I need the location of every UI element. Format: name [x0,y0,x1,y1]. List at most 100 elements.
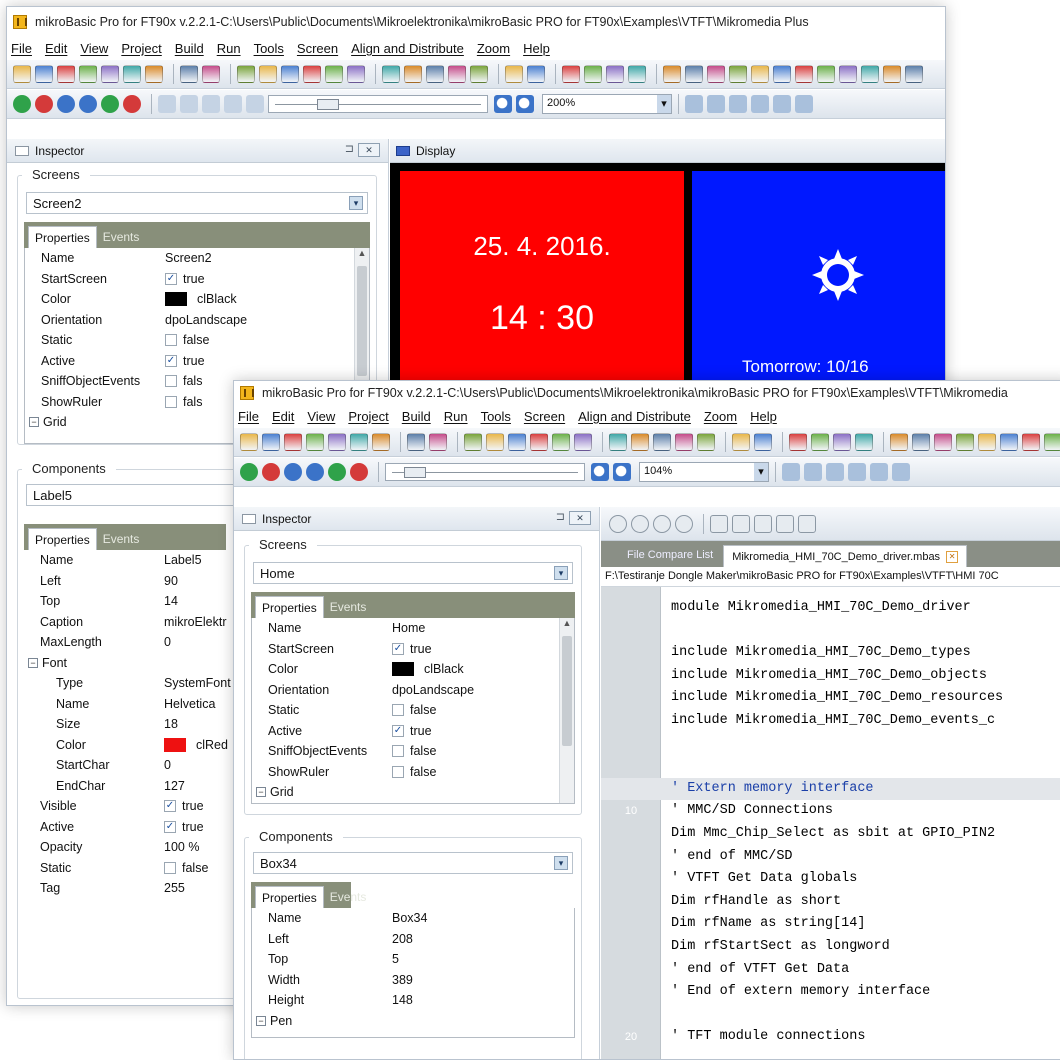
tab-events[interactable]: Events [324,886,373,908]
toolbar-button-icon[interactable] [934,433,952,451]
checkbox-icon[interactable] [165,375,177,388]
property-row[interactable]: SniffObjectEvents false [252,741,574,762]
property-value[interactable]: 127 [164,779,185,793]
checkbox-icon[interactable] [165,395,177,408]
toolbar-button-icon[interactable] [817,65,835,83]
toolbar-button-icon[interactable] [883,65,901,83]
code-line[interactable] [601,620,1060,643]
code-line[interactable]: 20 ' TFT module connections [601,1026,1060,1049]
toolbar-button-icon[interactable] [729,65,747,83]
tab-file-compare-list[interactable]: File Compare List [617,545,723,567]
toolbar-button-icon[interactable] [754,433,772,451]
property-value[interactable]: Helvetica [164,697,215,711]
up-arrow-icon[interactable] [631,514,649,533]
toolbar-button-icon[interactable] [609,433,627,451]
menu-item-view[interactable]: View [307,409,335,424]
toolbar-button-icon[interactable] [912,433,930,451]
toolbar-button-icon[interactable] [404,65,422,83]
dropdown-arrow-icon[interactable]: ▾ [554,856,568,870]
property-value[interactable]: Home [392,621,425,635]
toolbar-button-icon[interactable] [240,433,258,451]
property-value[interactable]: 18 [164,717,178,731]
toolbar-button-icon[interactable] [328,433,346,451]
toolbar-button-icon[interactable] [508,433,526,451]
property-value[interactable]: 0 [164,635,171,649]
menu-item-help[interactable]: Help [750,409,777,424]
align-icon[interactable] [870,463,888,481]
date-time-box[interactable]: 25. 4. 2016. 14 : 30 [400,171,684,411]
back-icon[interactable] [284,463,302,481]
toolbar-button-icon[interactable] [663,65,681,83]
checkbox-icon[interactable]: ✓ [392,724,404,737]
circle-left-icon[interactable] [653,514,671,533]
checkbox-icon[interactable]: ✓ [392,642,404,655]
toolbar-button-icon[interactable] [1022,433,1040,451]
property-value[interactable]: clBlack [165,292,237,307]
toolbar-button-icon[interactable] [35,65,53,83]
checkbox-icon[interactable] [165,334,177,347]
property-value[interactable]: 389 [392,973,413,987]
toolbar-button-icon[interactable] [811,433,829,451]
toolbar-button-icon[interactable] [123,65,141,83]
toolbar-button-icon[interactable] [1000,433,1018,451]
toolbar-button-icon[interactable] [372,433,390,451]
toolbar-button-icon[interactable] [707,65,725,83]
property-row[interactable]: ShowRuler false [252,762,574,783]
toolbar-button-icon[interactable] [978,433,996,451]
toolbar-button-icon[interactable] [890,433,908,451]
bookmark-prev-icon[interactable] [710,514,728,533]
toolbar-button-icon[interactable] [202,65,220,83]
toolbar-button-icon[interactable] [13,65,31,83]
close-panel-icon[interactable]: ✕ [358,143,380,157]
code-line[interactable] [601,755,1060,778]
checkbox-icon[interactable]: ✓ [165,272,177,285]
toolbar-button-icon[interactable] [628,65,646,83]
tab-properties[interactable]: Properties [28,528,97,550]
property-row-grid[interactable]: − Grid [252,782,574,803]
code-line[interactable]: module Mikromedia_HMI_70C_Demo_driver [601,597,1060,620]
toolbar-button-icon[interactable] [584,65,602,83]
zoom-select[interactable]: 200% [542,94,672,114]
toolbar-button-icon[interactable] [470,65,488,83]
clear-icon[interactable] [798,514,816,533]
code-line[interactable] [601,733,1060,756]
copy-icon[interactable] [224,95,242,113]
tab-events[interactable]: Events [97,226,146,248]
toolbar-button-icon[interactable] [429,433,447,451]
code-line[interactable]: ' VTFT Get Data globals [601,868,1060,891]
property-value[interactable]: dpoLandscape [165,313,247,327]
menu-item-tools[interactable]: Tools [254,41,284,56]
property-value[interactable]: dpoLandscape [392,683,474,697]
collapse-icon[interactable]: − [256,1015,266,1026]
toolbar-button-icon[interactable] [552,433,570,451]
align-icon[interactable] [804,463,822,481]
scroll-up-icon[interactable]: ▲ [355,248,369,258]
code-line[interactable]: include Mikromedia_HMI_70C_Demo_types [601,642,1060,665]
property-value[interactable]: clBlack [392,662,464,677]
toolbar-button-icon[interactable] [905,65,923,83]
checkbox-icon[interactable] [164,861,176,874]
menu-item-tools[interactable]: Tools [481,409,511,424]
toolbar-button-icon[interactable] [685,65,703,83]
time-label[interactable]: 14 : 30 [400,299,684,338]
property-value[interactable]: clRed [164,737,228,752]
property-value[interactable]: Box34 [392,911,427,925]
remove-icon[interactable] [35,95,53,113]
property-value[interactable]: SystemFont [164,676,231,690]
code-line[interactable]: include Mikromedia_HMI_70C_Demo_events_c [601,710,1060,733]
code-line[interactable] [601,1004,1060,1027]
menu-item-build[interactable]: Build [175,41,204,56]
checkbox-icon[interactable] [392,704,404,717]
pin-icon[interactable]: ⊐ [345,142,354,155]
toolbar-button-icon[interactable] [1044,433,1060,451]
align-icon[interactable] [707,95,725,113]
toolbar-button-icon[interactable] [303,65,321,83]
toolbar-button-icon[interactable] [259,65,277,83]
weather-box[interactable]: Tomorrow: 10/16 [692,171,945,411]
toolbar-button-icon[interactable] [795,65,813,83]
menu-item-run[interactable]: Run [217,41,241,56]
code-line[interactable]: 10 ' MMC/SD Connections [601,800,1060,823]
property-value[interactable]: 5 [392,952,399,966]
property-row[interactable]: Active ✓ true [252,721,574,742]
toolbar-button-icon[interactable] [697,433,715,451]
